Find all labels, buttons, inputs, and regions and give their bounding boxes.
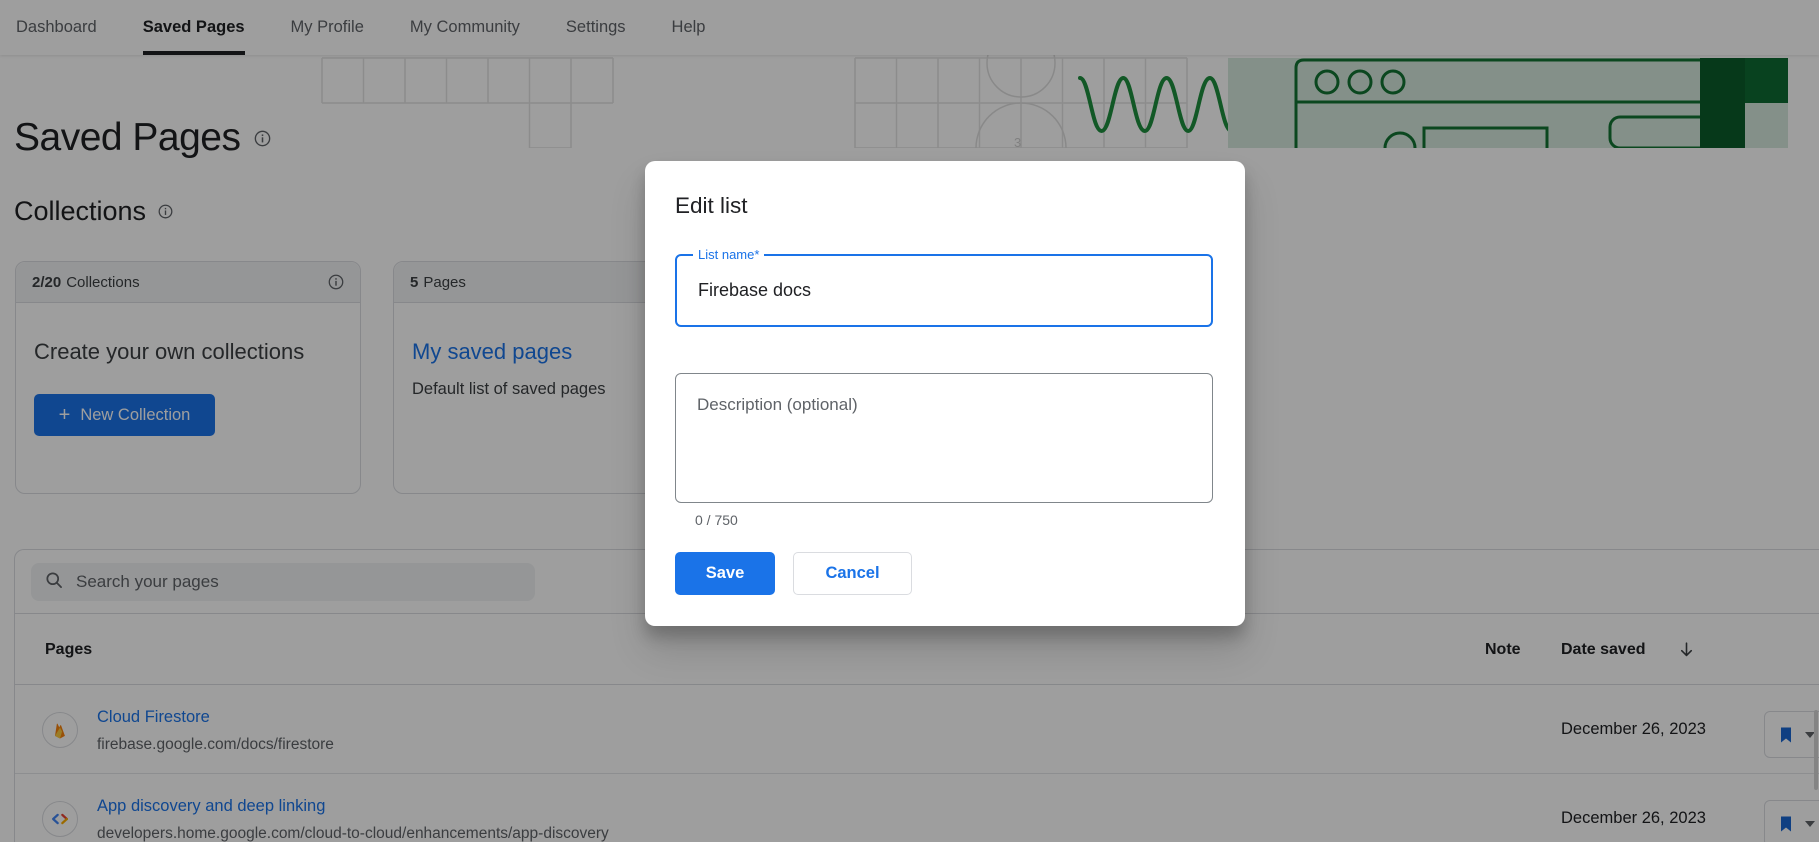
edit-list-dialog: Edit list List name* 0 / 750 Save Cancel: [645, 161, 1245, 626]
list-name-field: List name*: [675, 254, 1213, 327]
dialog-title: Edit list: [675, 193, 748, 219]
save-button[interactable]: Save: [675, 552, 775, 595]
character-counter: 0 / 750: [695, 512, 738, 528]
saved-pages-app: Dashboard Saved Pages My Profile My Comm…: [0, 0, 1819, 842]
description-field: [675, 373, 1213, 503]
description-textarea[interactable]: [676, 374, 1212, 502]
list-name-input[interactable]: [677, 256, 1211, 325]
cancel-button[interactable]: Cancel: [793, 552, 912, 595]
